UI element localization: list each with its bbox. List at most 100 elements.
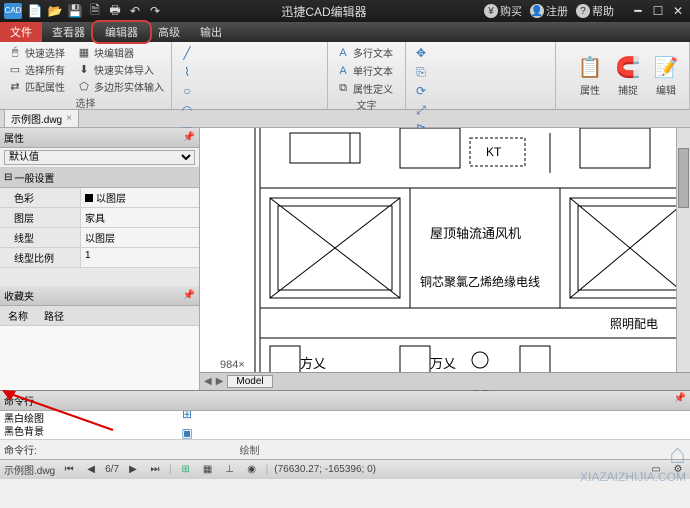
- app-logo: CAD: [4, 3, 22, 19]
- help-button[interactable]: ?帮助: [576, 3, 614, 19]
- boundary-icon[interactable]: ▣: [178, 424, 196, 442]
- document-tab-label: 示例图.dwg: [11, 111, 62, 126]
- model-tab-strip: ◀ ▶ Model: [200, 372, 690, 390]
- scale-icon[interactable]: ⤢: [412, 101, 430, 119]
- magnet-icon: 🧲: [615, 54, 641, 80]
- circle-icon[interactable]: ○: [178, 82, 196, 100]
- properties-icon: 📋: [577, 54, 603, 80]
- svg-text:KT: KT: [486, 145, 502, 159]
- save-icon[interactable]: 💾: [66, 2, 84, 20]
- props-section-general[interactable]: ⊟ 一般设置: [0, 168, 199, 188]
- props-default-select[interactable]: 默认值: [4, 150, 195, 165]
- command-log: 黑白绘图 黑色背景: [0, 411, 690, 439]
- tab-output[interactable]: 输出: [190, 22, 232, 42]
- svg-text:984×: 984×: [220, 359, 245, 371]
- prop-row-layer[interactable]: 图层 家具: [0, 208, 199, 228]
- fav-col-name[interactable]: 名称: [0, 306, 36, 325]
- saveas-icon[interactable]: 🗎: [86, 2, 104, 20]
- svg-text:万乂: 万乂: [430, 356, 456, 371]
- svg-text:照明配电: 照明配电: [610, 317, 658, 331]
- prop-row-linetype[interactable]: 线型 以图层: [0, 228, 199, 248]
- status-doc-name: 示例图.dwg: [4, 462, 55, 477]
- snap-button[interactable]: 🧲 捕捉: [609, 44, 647, 107]
- fav-columns: 名称 路径: [0, 306, 199, 326]
- prev-page-icon[interactable]: ⏮: [61, 462, 77, 478]
- scrollbar-vertical[interactable]: [676, 128, 690, 372]
- document-tab[interactable]: 示例图.dwg ×: [4, 109, 79, 127]
- quick-entity-import-button[interactable]: ⬇快速实体导入: [75, 61, 166, 78]
- collapse-icon: ⊟: [4, 172, 12, 183]
- open-icon[interactable]: 📂: [46, 2, 64, 20]
- redo-icon[interactable]: ↷: [146, 2, 164, 20]
- block-editor-button[interactable]: ▦块编辑器: [75, 44, 166, 61]
- pin-icon[interactable]: 📌: [674, 393, 686, 408]
- close-icon[interactable]: ×: [66, 113, 72, 124]
- tab-file[interactable]: 文件: [0, 22, 42, 42]
- fav-col-path[interactable]: 路径: [36, 306, 72, 325]
- dtext-button[interactable]: A单行文本: [334, 62, 399, 79]
- left-panel: 属性 📌 默认值 ⊟ 一般设置 色彩 以图层 图层 家具 线型 以图层 线型比例…: [0, 128, 200, 390]
- layout-icon[interactable]: ▭: [648, 462, 664, 478]
- titlebar: CAD 📄 📂 💾 🗎 🖶 ↶ ↷ 迅捷CAD编辑器 ¥购买 👤注册 ?帮助 ━…: [0, 0, 690, 22]
- edit-button[interactable]: 📝 编辑: [647, 44, 685, 107]
- mtext-button[interactable]: A多行文本: [334, 44, 399, 61]
- print-icon[interactable]: 🖶: [106, 2, 124, 20]
- coordinates: (76630.27; -165396; 0): [274, 464, 376, 475]
- tab-prev-icon[interactable]: ◀: [204, 376, 212, 387]
- polar-toggle-icon[interactable]: ◉: [244, 462, 260, 478]
- register-button[interactable]: 👤注册: [530, 3, 568, 19]
- undo-icon[interactable]: ↶: [126, 2, 144, 20]
- command-prompt-label: 命令行:: [4, 442, 37, 457]
- command-input[interactable]: [37, 444, 686, 455]
- command-panel: 命令行 📌 黑白绘图 黑色背景 命令行:: [0, 390, 690, 459]
- buy-button[interactable]: ¥购买: [484, 3, 522, 19]
- settings-icon[interactable]: ⚙: [670, 462, 686, 478]
- line-icon[interactable]: ╱: [178, 44, 196, 62]
- prop-row-linescale[interactable]: 线型比例 1: [0, 248, 199, 268]
- forward-icon[interactable]: ▶: [125, 462, 141, 478]
- next-page-icon[interactable]: ⏭: [147, 462, 163, 478]
- ribbon: 🖱快速选择 ▭选择所有 ⇄匹配属性 ▦块编辑器 ⬇快速实体导入 ⬠多边形实体输入…: [0, 42, 690, 110]
- quick-access-toolbar: 📄 📂 💾 🗎 🖶 ↶ ↷: [26, 2, 164, 20]
- app-title: 迅捷CAD编辑器: [164, 3, 484, 20]
- ribbon-group-select-label: 选择: [6, 95, 165, 110]
- document-tabs: 示例图.dwg ×: [0, 110, 690, 128]
- statusbar: 示例图.dwg ⏮ ◀ 6/7 ▶ ⏭ | ⊞ ▦ ⊥ ◉ | (76630.2…: [0, 459, 690, 479]
- edit-icon: 📝: [653, 54, 679, 80]
- tab-editor[interactable]: 编辑器: [95, 22, 148, 42]
- tab-viewer[interactable]: 查看器: [42, 22, 95, 42]
- quick-select-button[interactable]: 🖱快速选择: [6, 44, 67, 61]
- tab-next-icon[interactable]: ▶: [216, 376, 224, 387]
- drawing-canvas[interactable]: KT 屋顶轴流: [200, 128, 690, 390]
- properties-button[interactable]: 📋 属性: [571, 44, 609, 107]
- new-icon[interactable]: 📄: [26, 2, 44, 20]
- grid-toggle-icon[interactable]: ▦: [200, 462, 216, 478]
- prop-row-color[interactable]: 色彩 以图层: [0, 188, 199, 208]
- fav-panel-header: 收藏夹 📌: [0, 286, 199, 306]
- tab-advanced[interactable]: 高级: [148, 22, 190, 42]
- props-panel-header: 属性 📌: [0, 128, 199, 148]
- pin-icon[interactable]: 📌: [183, 132, 195, 143]
- attdef-button[interactable]: ⧉属性定义: [334, 80, 399, 97]
- command-panel-header: 命令行 📌: [0, 391, 690, 411]
- model-tab[interactable]: Model: [227, 375, 272, 388]
- back-icon[interactable]: ◀: [83, 462, 99, 478]
- svg-text:铜芯聚氯乙烯绝缘电线: 铜芯聚氯乙烯绝缘电线: [420, 274, 540, 289]
- close-button[interactable]: ✕: [670, 4, 686, 18]
- rotate-icon[interactable]: ⟳: [412, 82, 430, 100]
- ortho-toggle-icon[interactable]: ⊥: [222, 462, 238, 478]
- move-icon[interactable]: ✥: [412, 44, 430, 62]
- snap-toggle-icon[interactable]: ⊞: [178, 462, 194, 478]
- match-prop-button[interactable]: ⇄匹配属性: [6, 78, 67, 95]
- page-indicator: 6/7: [105, 464, 119, 475]
- select-all-button[interactable]: ▭选择所有: [6, 61, 67, 78]
- minimize-button[interactable]: ━: [630, 4, 646, 18]
- pin-icon[interactable]: 📌: [183, 290, 195, 301]
- copy-icon[interactable]: ⎘: [412, 63, 430, 81]
- maximize-button[interactable]: ☐: [650, 4, 666, 18]
- polygon-entity-button[interactable]: ⬠多边形实体输入: [75, 78, 166, 95]
- svg-text:方乂: 方乂: [300, 356, 326, 371]
- arc-icon[interactable]: ◠: [178, 101, 196, 119]
- svg-text:屋顶轴流通风机: 屋顶轴流通风机: [430, 226, 521, 241]
- polyline-icon[interactable]: ⌇: [178, 63, 196, 81]
